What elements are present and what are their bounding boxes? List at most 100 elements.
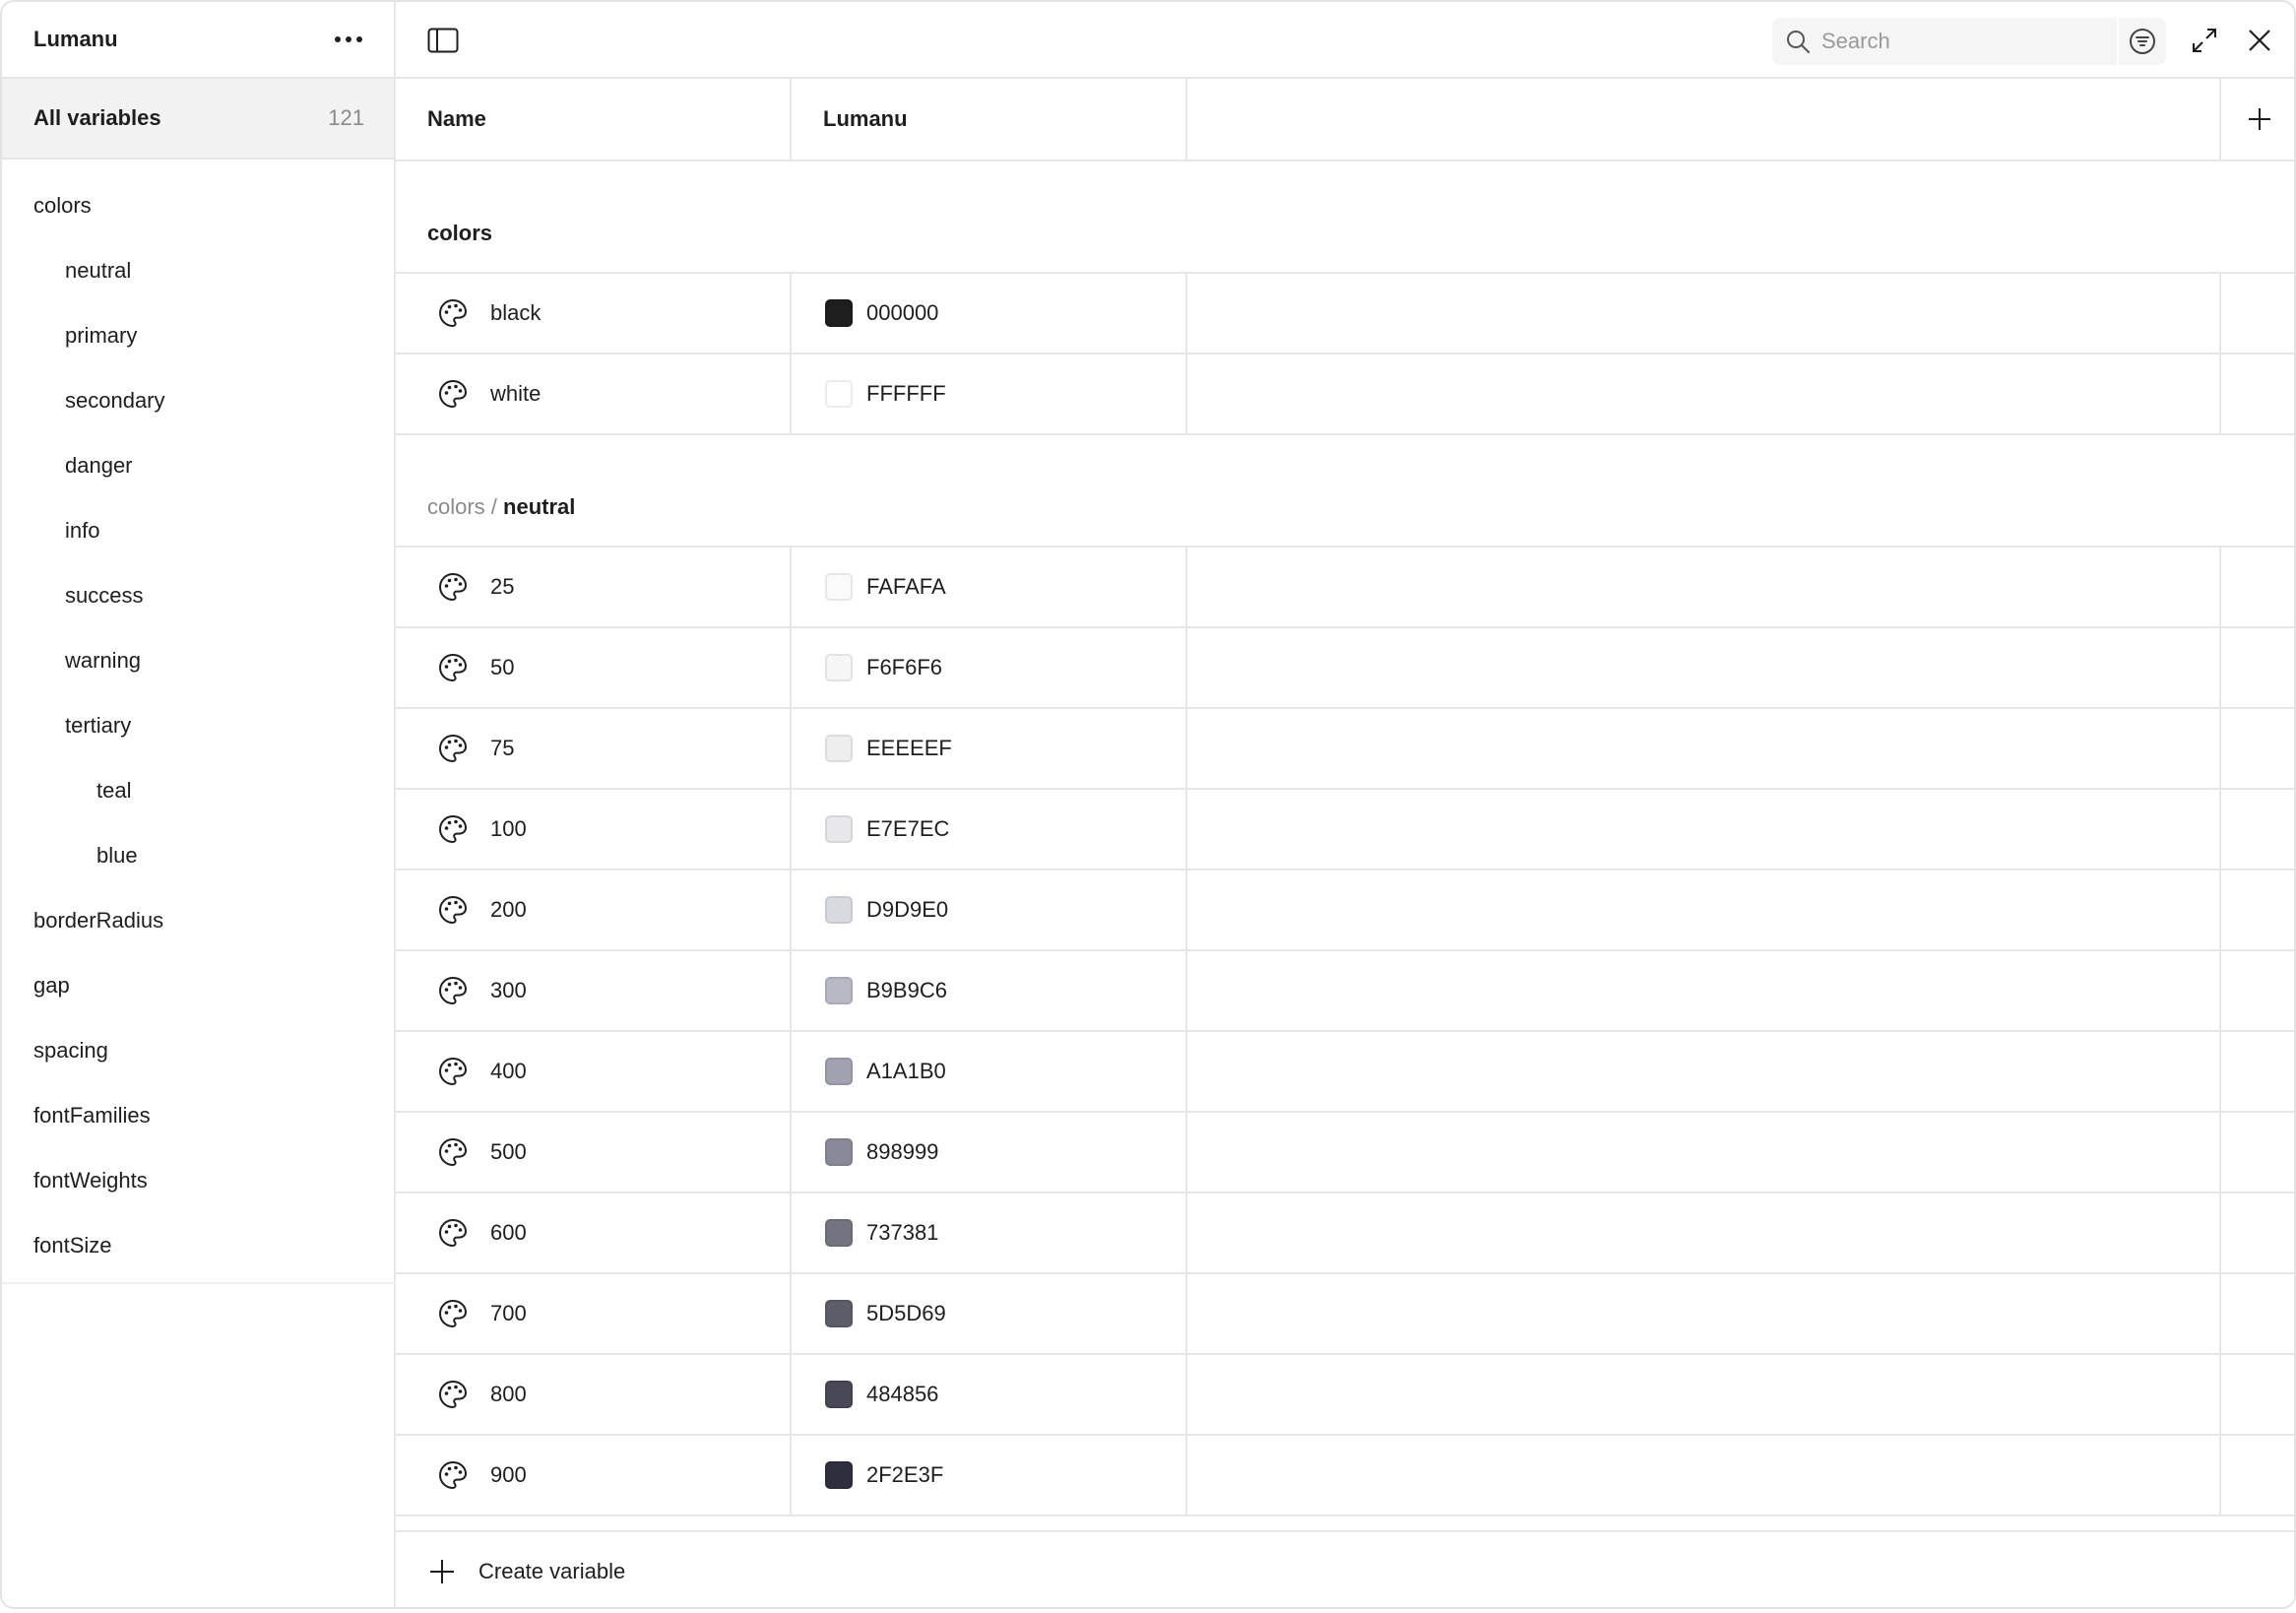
variable-name[interactable]: 200	[490, 897, 527, 923]
variable-row[interactable]: 25 FAFAFA	[396, 548, 2294, 628]
variable-value[interactable]: 5D5D69	[866, 1301, 946, 1326]
empty-cell	[1187, 1436, 2221, 1515]
sidebar-group-teal[interactable]: teal	[2, 758, 394, 823]
variable-row[interactable]: black 000000	[396, 274, 2294, 355]
variable-value[interactable]: 484856	[866, 1382, 938, 1407]
empty-cell	[1187, 1113, 2221, 1192]
color-swatch[interactable]	[825, 815, 853, 843]
add-mode-button[interactable]	[2221, 79, 2294, 160]
color-variable-icon	[438, 895, 468, 925]
sidebar-group-fontFamilies[interactable]: fontFamilies	[2, 1083, 394, 1148]
color-swatch[interactable]	[825, 1219, 853, 1247]
empty-cell	[1187, 1274, 2221, 1353]
variable-row[interactable]: 400 A1A1B0	[396, 1032, 2294, 1113]
variable-name[interactable]: 700	[490, 1301, 527, 1326]
filter-button[interactable]	[2117, 18, 2166, 65]
variable-row[interactable]: 800 484856	[396, 1355, 2294, 1436]
sidebar-group-fontWeights[interactable]: fontWeights	[2, 1148, 394, 1213]
variable-value[interactable]: 737381	[866, 1220, 938, 1246]
sidebar-group-colors[interactable]: colors	[2, 173, 394, 238]
group-header: colors / neutral	[396, 435, 2294, 548]
more-options-icon[interactable]	[325, 27, 372, 52]
sidebar-group-primary[interactable]: primary	[2, 303, 394, 368]
sidebar-group-success[interactable]: success	[2, 563, 394, 628]
variable-row[interactable]: 700 5D5D69	[396, 1274, 2294, 1355]
variable-name[interactable]: black	[490, 300, 541, 326]
create-variable-button[interactable]: Create variable	[396, 1530, 2294, 1607]
color-swatch[interactable]	[825, 1300, 853, 1327]
sidebar-group-secondary[interactable]: secondary	[2, 368, 394, 433]
variable-value[interactable]: EEEEEF	[866, 736, 952, 761]
variable-row[interactable]: 75 EEEEEF	[396, 709, 2294, 790]
group-list: colors neutral primary secondary danger info s…	[2, 160, 394, 1278]
close-icon[interactable]	[2245, 26, 2274, 55]
color-swatch[interactable]	[825, 735, 853, 762]
variable-value[interactable]: E7E7EC	[866, 816, 949, 842]
variable-value[interactable]: 2F2E3F	[866, 1462, 943, 1488]
expand-icon[interactable]	[2190, 26, 2219, 55]
sidebar-group-borderRadius[interactable]: borderRadius	[2, 888, 394, 953]
variable-name[interactable]: white	[490, 381, 541, 407]
variable-row[interactable]: 50 F6F6F6	[396, 628, 2294, 709]
sidebar-group-info[interactable]: info	[2, 498, 394, 563]
color-swatch[interactable]	[825, 573, 853, 601]
variable-value[interactable]: D9D9E0	[866, 897, 948, 923]
empty-cell	[1187, 1194, 2221, 1272]
sidebar-group-danger[interactable]: danger	[2, 433, 394, 498]
group-header: colors	[396, 161, 2294, 274]
variable-name[interactable]: 800	[490, 1382, 527, 1407]
variable-row[interactable]: 900 2F2E3F	[396, 1436, 2294, 1516]
color-swatch[interactable]	[825, 1058, 853, 1085]
all-variables-item[interactable]: All variables 121	[2, 79, 394, 160]
sidebar-group-fontSize[interactable]: fontSize	[2, 1213, 394, 1278]
variable-value[interactable]: FAFAFA	[866, 574, 946, 600]
variable-value[interactable]: FFFFFF	[866, 381, 946, 407]
sidebar-group-gap[interactable]: gap	[2, 953, 394, 1018]
color-swatch[interactable]	[825, 896, 853, 924]
variable-value[interactable]: 000000	[866, 300, 938, 326]
all-variables-count: 121	[328, 105, 364, 130]
color-swatch[interactable]	[825, 654, 853, 681]
color-swatch[interactable]	[825, 1138, 853, 1166]
variable-row[interactable]: 300 B9B9C6	[396, 951, 2294, 1032]
color-variable-icon	[438, 1137, 468, 1167]
empty-cell	[1187, 274, 2221, 353]
variable-name[interactable]: 75	[490, 736, 514, 761]
variable-row[interactable]: 200 D9D9E0	[396, 871, 2294, 951]
sidebar-group-spacing[interactable]: spacing	[2, 1018, 394, 1083]
sidebar-group-warning[interactable]: warning	[2, 628, 394, 693]
color-swatch[interactable]	[825, 299, 853, 327]
variable-table: colors black 000000 white FFFFFF colors / neu…	[396, 161, 2294, 1516]
variable-row[interactable]: white FFFFFF	[396, 355, 2294, 435]
variable-name[interactable]: 600	[490, 1220, 527, 1246]
variable-name[interactable]: 500	[490, 1139, 527, 1165]
search-input[interactable]	[1819, 28, 2119, 55]
main-panel: Name Lumanu colors black 000000 white FFFFFF…	[396, 2, 2294, 1607]
variable-name[interactable]: 100	[490, 816, 527, 842]
color-variable-icon	[438, 572, 468, 602]
color-swatch[interactable]	[825, 1461, 853, 1489]
variable-name[interactable]: 25	[490, 574, 514, 600]
variable-row[interactable]: 500 898999	[396, 1113, 2294, 1194]
column-header-mode[interactable]: Lumanu	[792, 79, 1185, 160]
color-swatch[interactable]	[825, 977, 853, 1004]
variable-value[interactable]: B9B9C6	[866, 978, 947, 1003]
sidebar-group-blue[interactable]: blue	[2, 823, 394, 888]
variable-name[interactable]: 400	[490, 1059, 527, 1084]
sidebar-group-tertiary[interactable]: tertiary	[2, 693, 394, 758]
sidebar-toggle-icon[interactable]	[427, 28, 459, 53]
color-swatch[interactable]	[825, 380, 853, 408]
variable-row[interactable]: 100 E7E7EC	[396, 790, 2294, 871]
variable-value[interactable]: A1A1B0	[866, 1059, 946, 1084]
variable-value[interactable]: F6F6F6	[866, 655, 942, 680]
table-header: Name Lumanu	[396, 79, 2294, 161]
color-swatch[interactable]	[825, 1381, 853, 1408]
variable-row[interactable]: 600 737381	[396, 1194, 2294, 1274]
variable-name[interactable]: 900	[490, 1462, 527, 1488]
column-header-name[interactable]: Name	[396, 79, 790, 160]
variable-name[interactable]: 300	[490, 978, 527, 1003]
empty-cell	[1187, 628, 2221, 707]
variable-value[interactable]: 898999	[866, 1139, 938, 1165]
sidebar-group-neutral[interactable]: neutral	[2, 238, 394, 303]
variable-name[interactable]: 50	[490, 655, 514, 680]
